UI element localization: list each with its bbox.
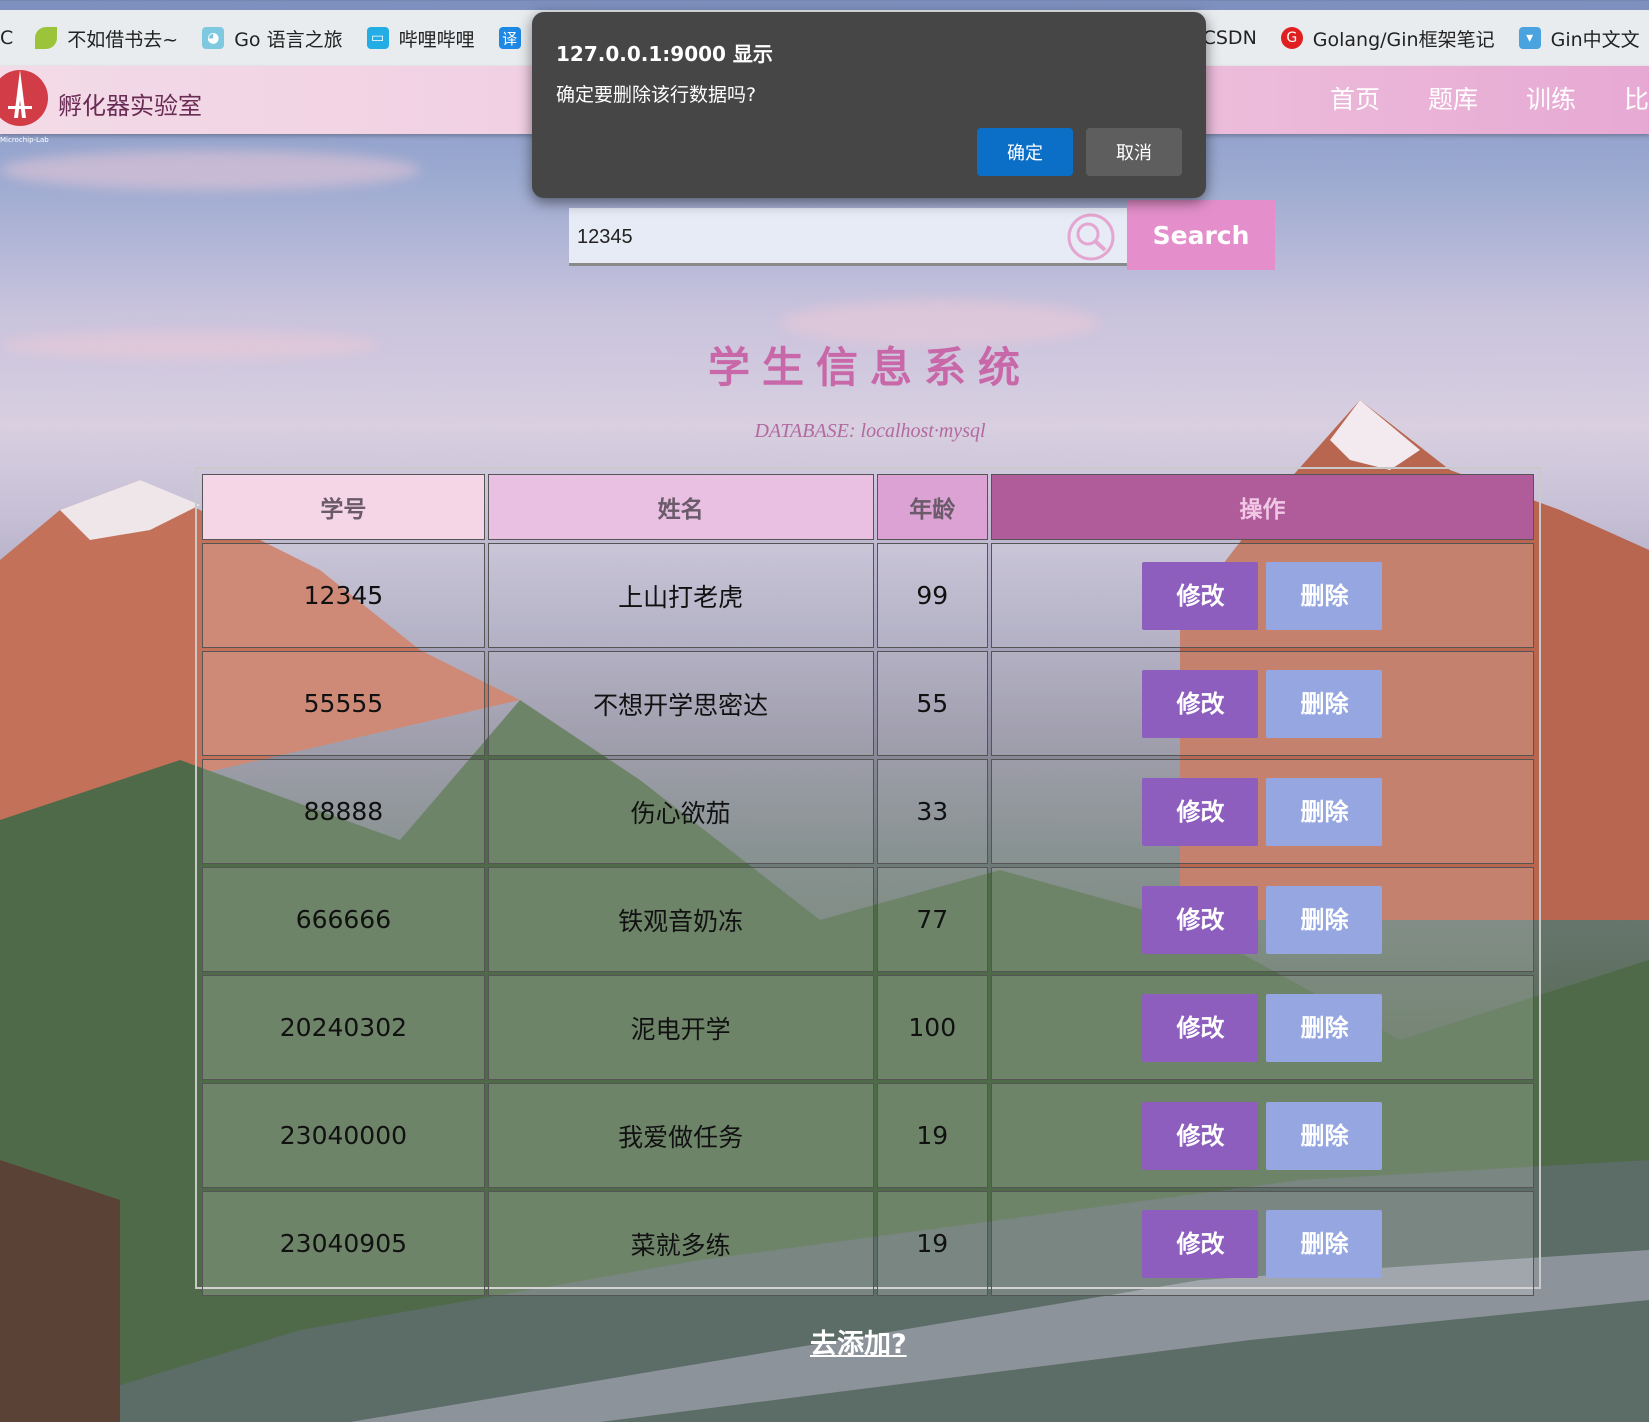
search-icon[interactable]	[1063, 212, 1119, 262]
search-box	[569, 208, 1127, 266]
bookmark-item[interactable]: 不如借书去~	[35, 25, 178, 52]
cell-student-id: 55555	[202, 651, 485, 756]
brand-subtitle: Microchip-Lab	[0, 136, 49, 144]
cell-age: 77	[876, 867, 988, 972]
bookmark-item[interactable]: 译	[498, 27, 531, 49]
cell-name: 铁观音奶冻	[487, 867, 874, 972]
cell-student-id: 12345	[202, 543, 485, 648]
header-name: 姓名	[487, 474, 874, 540]
bookmark-item[interactable]: ▭ 哔哩哔哩	[366, 25, 475, 52]
search-input[interactable]	[575, 218, 1049, 256]
header-age: 年龄	[876, 474, 988, 540]
cell-name: 泥电开学	[487, 975, 874, 1080]
cell-actions: 修改 删除	[990, 975, 1534, 1080]
table-row: 20240302 泥电开学 100 修改 删除	[202, 975, 1534, 1080]
cell-age: 33	[876, 759, 988, 864]
cell-age: 99	[876, 543, 988, 648]
bilibili-icon: ▭	[366, 27, 389, 49]
cell-actions: 修改 删除	[990, 651, 1534, 756]
header-student-id: 学号	[202, 474, 485, 540]
delete-button[interactable]: 删除	[1266, 993, 1383, 1062]
table-row: 88888 伤心欲茄 33 修改 删除	[202, 759, 1534, 864]
cell-actions: 修改 删除	[990, 867, 1534, 972]
delete-button[interactable]: 删除	[1266, 561, 1383, 630]
table-row: 55555 不想开学思密达 55 修改 删除	[202, 651, 1534, 756]
cell-age: 55	[876, 651, 988, 756]
edit-button[interactable]: 修改	[1142, 1101, 1259, 1170]
cell-actions: 修改 删除	[990, 1191, 1534, 1296]
main-nav: 首页 题库 训练 比	[1282, 80, 1649, 116]
bookmark-label: Golang/Gin框架笔记	[1312, 28, 1495, 51]
cell-name: 我爱做任务	[487, 1083, 874, 1188]
table-row: 12345 上山打老虎 99 修改 删除	[202, 543, 1534, 648]
cell-student-id: 23040905	[202, 1191, 485, 1296]
gopher-icon: ◕	[202, 27, 225, 49]
nav-training[interactable]: 训练	[1526, 80, 1576, 116]
cell-student-id: 20240302	[202, 975, 485, 1080]
g-icon: G	[1280, 27, 1303, 49]
delete-button[interactable]: 删除	[1266, 1209, 1383, 1278]
bookmark-item[interactable]: ◕ Go 语言之旅	[202, 25, 343, 52]
bookmark-label: CSDN	[1202, 27, 1257, 49]
cell-student-id: 23040000	[202, 1083, 485, 1188]
dialog-title: 127.0.0.1:9000 显示	[556, 42, 773, 66]
cell-name: 伤心欲茄	[487, 759, 874, 864]
cell-age: 19	[876, 1191, 988, 1296]
bookmark-label: C	[0, 27, 14, 49]
cell-age: 100	[876, 975, 988, 1080]
eiffel-logo-icon	[0, 70, 48, 126]
edit-button[interactable]: 修改	[1142, 885, 1259, 954]
edit-button[interactable]: 修改	[1142, 1209, 1259, 1278]
bookmark-item[interactable]: ▾ Gin中文文	[1518, 25, 1640, 52]
confirm-cancel-button[interactable]: 取消	[1086, 128, 1182, 176]
nav-question-bank[interactable]: 题库	[1428, 80, 1478, 116]
translate-icon: 译	[498, 27, 521, 49]
table-header-row: 学号 姓名 年龄 操作	[202, 474, 1534, 540]
confirm-ok-button[interactable]: 确定	[977, 128, 1073, 176]
edit-button[interactable]: 修改	[1142, 993, 1259, 1062]
table-row: 666666 铁观音奶冻 77 修改 删除	[202, 867, 1534, 972]
confirm-dialog: 127.0.0.1:9000 显示 确定要删除该行数据吗? 确定 取消	[532, 12, 1206, 198]
student-table: 学号 姓名 年龄 操作 12345 上山打老虎 99 修改 删除 55555 不想…	[195, 467, 1541, 1296]
search-button[interactable]: Search	[1127, 200, 1275, 270]
delete-button[interactable]: 删除	[1266, 885, 1383, 954]
cloud	[0, 150, 420, 190]
nav-competition[interactable]: 比	[1624, 80, 1649, 116]
cell-student-id: 88888	[202, 759, 485, 864]
leaf-icon	[35, 27, 58, 49]
cell-actions: 修改 删除	[990, 1083, 1534, 1188]
edit-button[interactable]: 修改	[1142, 561, 1259, 630]
bookmark-label: 哔哩哔哩	[398, 28, 475, 51]
cell-student-id: 666666	[202, 867, 485, 972]
cell-name: 菜就多练	[487, 1191, 874, 1296]
edit-button[interactable]: 修改	[1142, 669, 1259, 738]
bookmark-label: 不如借书去~	[67, 28, 179, 51]
cell-actions: 修改 删除	[990, 543, 1534, 648]
dialog-message: 确定要删除该行数据吗?	[556, 84, 757, 106]
database-subtitle: DATABASE: localhost·mysql	[754, 420, 986, 442]
table-row: 23040000 我爱做任务 19 修改 删除	[202, 1083, 1534, 1188]
bookmark-label: Go 语言之旅	[234, 28, 343, 51]
delete-button[interactable]: 删除	[1266, 669, 1383, 738]
brand-name: 孵化器实验室	[58, 92, 202, 120]
header-actions: 操作	[990, 474, 1534, 540]
bookmark-label: Gin中文文	[1550, 28, 1640, 51]
page-title: 学生信息系统	[707, 343, 1032, 392]
add-student-link[interactable]: 去添加?	[810, 1322, 907, 1361]
cup-icon: ▾	[1518, 27, 1541, 49]
table-row: 23040905 菜就多练 19 修改 删除	[202, 1191, 1534, 1296]
cell-actions: 修改 删除	[990, 759, 1534, 864]
cell-name: 上山打老虎	[487, 543, 874, 648]
bookmark-item[interactable]: G Golang/Gin框架笔记	[1280, 25, 1495, 52]
edit-button[interactable]: 修改	[1142, 777, 1259, 846]
cell-age: 19	[876, 1083, 988, 1188]
delete-button[interactable]: 删除	[1266, 777, 1383, 846]
bookmark-item[interactable]: C	[0, 27, 13, 49]
delete-button[interactable]: 删除	[1266, 1101, 1383, 1170]
cell-name: 不想开学思密达	[487, 651, 874, 756]
nav-home[interactable]: 首页	[1330, 80, 1380, 116]
